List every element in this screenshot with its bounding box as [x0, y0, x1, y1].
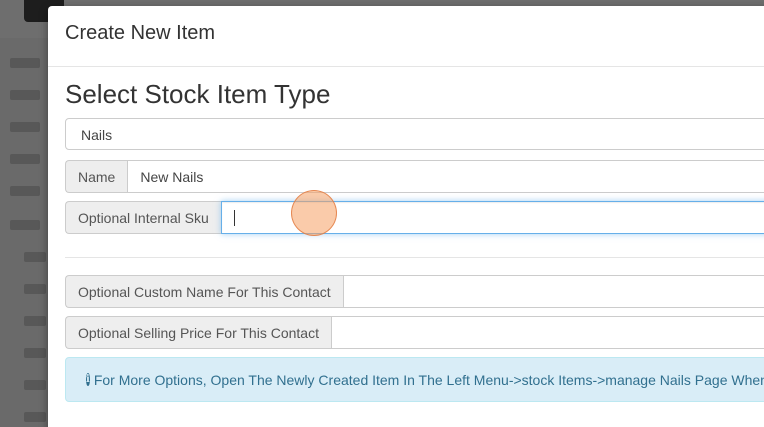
selling-price-input[interactable] [330, 316, 764, 349]
background-menu-item [10, 90, 40, 100]
text-cursor [233, 209, 235, 226]
background-menu-item [10, 220, 40, 230]
name-input[interactable]: New Nails [127, 160, 764, 193]
section-title: Select Stock Item Type [65, 79, 331, 109]
info-alert: i For More Options, Open The Newly Creat… [65, 357, 764, 402]
info-icon: i [86, 373, 90, 386]
background-submenu-item [24, 316, 46, 326]
info-alert-text: For More Options, Open The Newly Created… [93, 371, 764, 388]
background-submenu-item [24, 284, 46, 294]
internal-sku-input-group: Optional Internal Sku [65, 201, 764, 234]
custom-name-input[interactable] [342, 275, 764, 308]
background-menu-item [10, 154, 40, 164]
internal-sku-input[interactable] [220, 201, 764, 234]
stock-type-selected-value: Nails [81, 127, 113, 143]
form-divider [65, 257, 764, 258]
custom-name-input-group: Optional Custom Name For This Contact [65, 275, 764, 308]
modal-title: Create New Item [65, 22, 216, 44]
background-submenu-item [24, 412, 46, 422]
stock-type-select[interactable]: Nails [65, 118, 764, 150]
background-menu-item [10, 186, 40, 196]
custom-name-label: Optional Custom Name For This Contact [65, 275, 343, 308]
selling-price-input-group: Optional Selling Price For This Contact [65, 316, 764, 349]
create-item-modal: Create New Item Select Stock Item Type N… [48, 6, 764, 427]
name-label: Name [65, 160, 128, 193]
background-submenu-item [24, 348, 46, 358]
background-submenu-item [24, 380, 46, 390]
name-input-group: Name New Nails [65, 160, 764, 193]
selling-price-label: Optional Selling Price For This Contact [65, 316, 331, 349]
background-menu-item [10, 122, 40, 132]
name-input-value: New Nails [140, 168, 204, 185]
background-menu-item [10, 58, 40, 68]
modal-header: Create New Item [48, 6, 764, 67]
background-submenu-item [24, 252, 46, 262]
internal-sku-label: Optional Internal Sku [65, 201, 221, 234]
